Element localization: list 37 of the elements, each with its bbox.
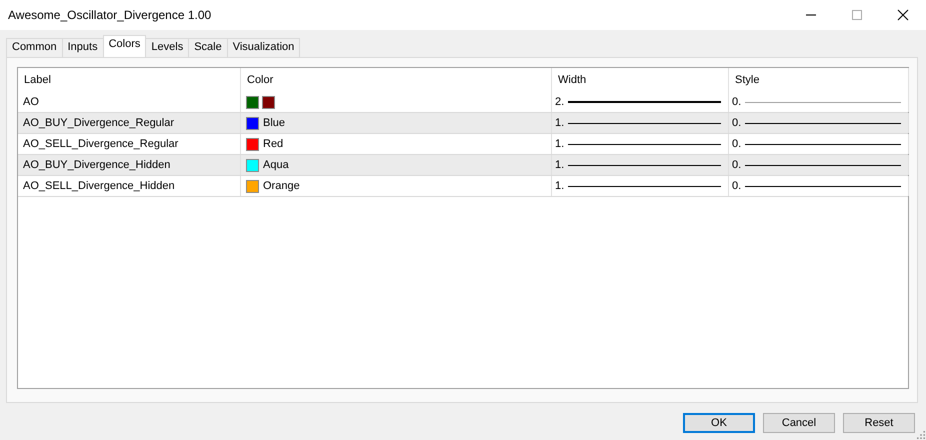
table-cell: AO — [18, 92, 241, 112]
width-value: 1. — [555, 117, 564, 129]
style-value: 0. — [732, 96, 742, 108]
style-value: 0. — [732, 159, 742, 171]
color-swatch[interactable] — [246, 138, 259, 150]
color-name: Aqua — [263, 159, 289, 171]
style-value: 0. — [732, 180, 742, 192]
color-swatch[interactable] — [246, 96, 259, 108]
width-value: 1. — [555, 138, 564, 150]
tab[interactable]: Visualization — [226, 38, 300, 57]
column-header: Label — [18, 68, 241, 92]
width-value: 2. — [555, 96, 564, 108]
tab[interactable]: Common — [6, 38, 63, 57]
column-header: Color — [241, 68, 552, 92]
color-swatch[interactable] — [246, 180, 259, 192]
dialog-button[interactable]: OK — [683, 413, 755, 433]
color-swatch[interactable] — [246, 158, 259, 172]
dialog-button[interactable]: Reset — [843, 413, 915, 433]
resize-grip-icon[interactable] — [917, 431, 925, 439]
column-header: Width — [552, 68, 729, 92]
style-value: 0. — [732, 138, 742, 150]
width-value: 1. — [555, 180, 564, 192]
width-value: 1. — [555, 159, 564, 171]
column-header: Style — [729, 68, 909, 92]
table-cell: AO_BUY_Divergence_Regular — [18, 113, 241, 133]
table-cell: AO_SELL_Divergence_Hidden — [18, 176, 241, 196]
tab[interactable]: Colors — [102, 35, 146, 57]
table-cell: AO_BUY_Divergence_Hidden — [18, 155, 241, 175]
color-name: Red — [263, 138, 284, 150]
window-title: Awesome_Oscillator_Divergence 1.00 — [7, 8, 212, 22]
color-name: Blue — [263, 117, 286, 129]
color-name: Orange — [263, 180, 300, 192]
table-cell: AO_SELL_Divergence_Regular — [18, 134, 241, 154]
dialog-button[interactable]: Cancel — [763, 413, 835, 433]
style-value: 0. — [732, 117, 742, 129]
color-swatch[interactable] — [246, 116, 259, 130]
color-swatch[interactable] — [262, 96, 275, 108]
